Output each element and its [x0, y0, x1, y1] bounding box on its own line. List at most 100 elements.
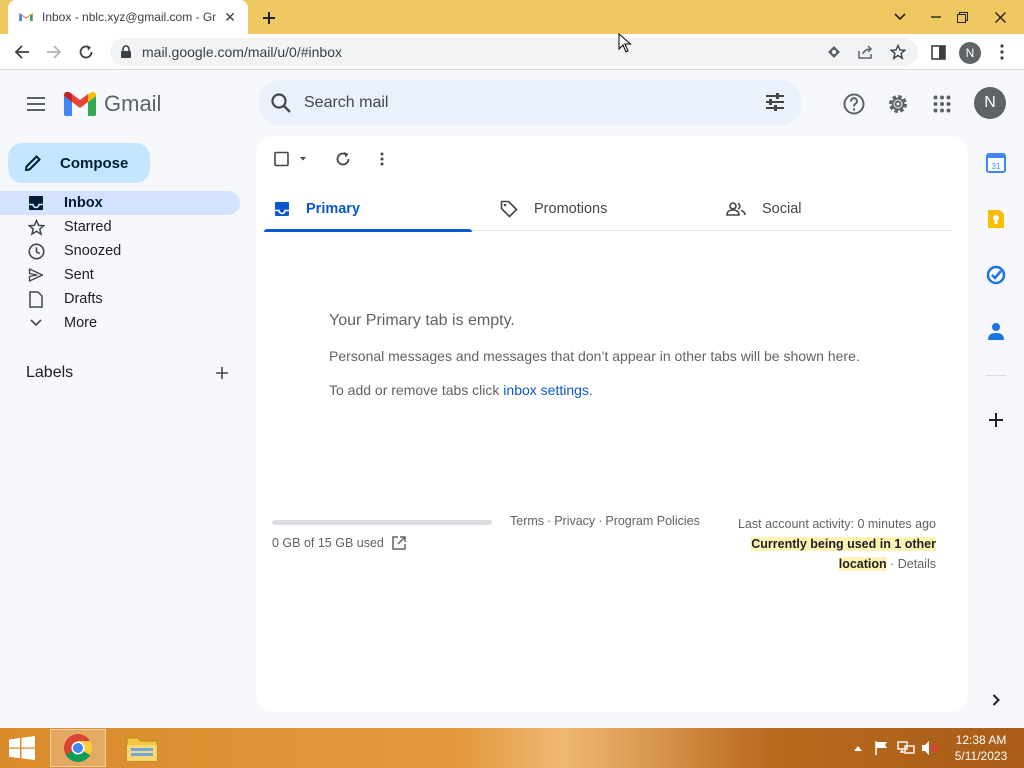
calendar-icon: 31	[986, 153, 1006, 173]
google-contacts-button[interactable]	[984, 319, 1008, 343]
inbox-icon	[275, 201, 289, 216]
sidebar-item-starred[interactable]: Starred	[0, 215, 240, 239]
hint-suffix: .	[588, 382, 593, 398]
clock-date: 5/11/2023	[954, 749, 1008, 763]
gmail-logo[interactable]: Gmail	[64, 88, 161, 120]
sidebar-item-more[interactable]: More	[0, 311, 240, 335]
system-clock[interactable]: 12:38 AM 5/11/2023	[946, 732, 1016, 764]
network-tray[interactable]	[896, 738, 916, 758]
lock-icon	[121, 45, 131, 58]
reload-button[interactable]	[73, 39, 99, 65]
back-button[interactable]	[9, 39, 35, 65]
plus-icon	[216, 367, 228, 379]
sidebar-item-label: Drafts	[64, 291, 103, 307]
show-side-panel-button[interactable]	[984, 688, 1008, 712]
chevron-down-icon	[894, 13, 906, 21]
search-input[interactable]	[304, 94, 744, 112]
browser-profile-avatar[interactable]: N	[959, 42, 981, 64]
browser-menu-button[interactable]	[989, 39, 1015, 65]
network-icon	[897, 741, 915, 754]
more-actions-button[interactable]	[371, 148, 393, 170]
show-hidden-icons-button[interactable]	[848, 738, 868, 758]
side-panel-icon	[930, 44, 946, 60]
google-keep-button[interactable]	[984, 207, 1008, 231]
bookmark-star-icon[interactable]	[890, 44, 906, 60]
google-tasks-button[interactable]	[984, 263, 1008, 287]
manage-storage-link[interactable]	[392, 536, 406, 550]
clock-time: 12:38 AM	[955, 733, 1007, 747]
google-calendar-button[interactable]: 31	[984, 151, 1008, 175]
separator: ·	[547, 514, 552, 528]
external-link-icon	[392, 536, 406, 550]
taskbar-file-explorer[interactable]	[114, 729, 170, 767]
terms-link[interactable]: Terms	[510, 514, 544, 528]
keep-icon	[988, 210, 1004, 228]
sidebar-item-label: Inbox	[64, 195, 103, 211]
tab-primary[interactable]: Primary	[264, 186, 472, 232]
sidebar-item-label: Starred	[64, 219, 112, 235]
arrow-left-icon	[14, 45, 29, 59]
volume-muted-icon	[922, 741, 938, 755]
url-text: mail.google.com/mail/u/0/#inbox	[142, 44, 342, 60]
kebab-menu-icon	[1000, 44, 1004, 60]
sidebar-item-sent[interactable]: Sent	[0, 263, 240, 287]
browser-tab-strip: Inbox - nblc.xyz@gmail.com - Gmail ✕	[0, 0, 1024, 34]
sidebar-item-label: Snoozed	[64, 243, 122, 259]
flag-icon	[875, 741, 887, 755]
google-apps-button[interactable]	[928, 90, 956, 118]
get-addons-button[interactable]	[984, 408, 1008, 432]
clock-icon	[26, 241, 46, 261]
sidebar-item-drafts[interactable]: Drafts	[0, 287, 240, 311]
browser-toolbar: mail.google.com/mail/u/0/#inbox N	[0, 34, 1024, 70]
footer-links: Terms · Privacy · Program Policies	[510, 514, 700, 528]
sidebar-item-inbox[interactable]: Inbox	[0, 191, 240, 215]
side-panel-divider	[986, 375, 1006, 376]
google-lens-icon[interactable]	[826, 44, 842, 60]
star-icon	[26, 217, 46, 237]
action-center-tray[interactable]	[872, 738, 892, 758]
volume-tray[interactable]	[920, 738, 940, 758]
browser-tab[interactable]: Inbox - nblc.xyz@gmail.com - Gmail ✕	[8, 0, 248, 34]
share-icon[interactable]	[858, 44, 874, 60]
concurrent-session-warning: Currently being used in 1 other	[751, 537, 936, 551]
help-icon	[843, 93, 865, 115]
empty-state-hint: To add or remove tabs click inbox settin…	[329, 382, 949, 398]
close-tab-icon[interactable]: ✕	[222, 9, 238, 25]
tab-label: Promotions	[534, 200, 608, 217]
program-policies-link[interactable]: Program Policies	[605, 514, 699, 528]
select-all-checkbox[interactable]	[272, 148, 310, 170]
search-bar[interactable]	[258, 80, 802, 126]
chevron-up-icon	[854, 745, 862, 751]
address-bar[interactable]: mail.google.com/mail/u/0/#inbox	[110, 38, 918, 66]
chevron-right-icon	[992, 694, 1000, 706]
settings-button[interactable]	[884, 90, 912, 118]
forward-button[interactable]	[41, 39, 67, 65]
new-tab-button[interactable]	[258, 7, 280, 29]
minimize-icon	[931, 16, 941, 18]
support-button[interactable]	[840, 90, 868, 118]
close-icon	[994, 11, 1006, 23]
restore-button[interactable]	[946, 0, 978, 34]
storage-usage-text: 0 GB of 15 GB used	[272, 536, 384, 550]
side-panel-button[interactable]	[925, 39, 951, 65]
tab-social[interactable]: Social	[716, 186, 924, 231]
activity-details-link[interactable]: Details	[898, 557, 936, 571]
close-window-button[interactable]	[984, 0, 1016, 34]
inbox-settings-link[interactable]: inbox settings	[503, 382, 589, 398]
privacy-link[interactable]: Privacy	[554, 514, 595, 528]
send-icon	[26, 265, 46, 285]
taskbar-chrome[interactable]	[50, 729, 106, 767]
main-menu-button[interactable]	[22, 90, 50, 118]
create-label-button[interactable]	[212, 363, 232, 383]
tasks-icon	[986, 265, 1006, 285]
start-button[interactable]	[6, 734, 38, 762]
account-avatar[interactable]: N	[974, 87, 1006, 119]
tab-promotions[interactable]: Promotions	[490, 186, 698, 231]
tab-search-button[interactable]	[884, 0, 916, 34]
search-options-icon[interactable]	[764, 91, 786, 113]
search-icon[interactable]	[270, 92, 292, 114]
sidebar-item-label: Sent	[64, 267, 94, 283]
refresh-button[interactable]	[332, 148, 354, 170]
compose-button[interactable]: Compose	[8, 143, 150, 183]
sidebar-item-snoozed[interactable]: Snoozed	[0, 239, 240, 263]
